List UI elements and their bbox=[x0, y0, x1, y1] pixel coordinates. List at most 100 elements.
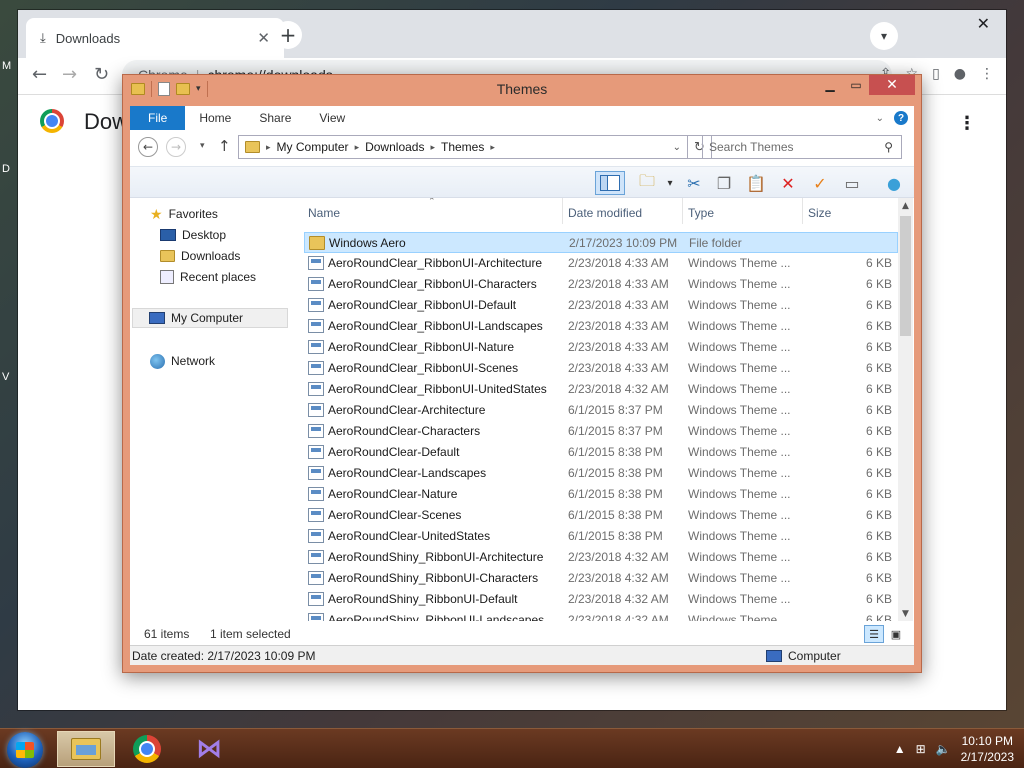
page-menu-icon[interactable]: ⋮ bbox=[958, 113, 976, 134]
file-row[interactable]: AeroRoundClear-Nature 6/1/2015 8:38 PM Win… bbox=[304, 484, 898, 505]
taskbar-chrome[interactable] bbox=[118, 731, 176, 767]
column-size[interactable]: Size bbox=[808, 206, 831, 220]
up-arrow-icon[interactable]: ↑ bbox=[218, 137, 231, 155]
delete-icon[interactable]: ✕ bbox=[776, 171, 800, 195]
nav-downloads[interactable]: Downloads bbox=[160, 246, 240, 266]
close-button[interactable]: ✕ bbox=[869, 75, 915, 95]
breadcrumb-separator[interactable]: ▸ bbox=[490, 142, 495, 153]
help-icon[interactable]: ? bbox=[894, 111, 908, 125]
file-row[interactable]: AeroRoundShiny_RibbonUI-Landscapes 2/23/2… bbox=[304, 610, 898, 621]
copy-icon[interactable]: ❐ bbox=[712, 171, 736, 195]
search-input[interactable]: Search Themes ⚲ bbox=[702, 135, 902, 159]
show-hidden-icons-icon[interactable]: ▲ bbox=[894, 742, 906, 756]
details-view-button[interactable]: ☰ bbox=[864, 625, 884, 643]
paste-icon[interactable]: 📋 bbox=[744, 171, 768, 195]
chrome-tab-downloads[interactable]: ⤓ Downloads ✕ bbox=[26, 18, 284, 58]
file-row[interactable]: AeroRoundClear_RibbonUI-UnitedStates 2/23… bbox=[304, 379, 898, 400]
folder-row[interactable]: Windows Aero 2/17/2023 10:09 PM File folde… bbox=[304, 232, 898, 253]
column-divider[interactable] bbox=[682, 198, 683, 224]
preview-pane-button[interactable] bbox=[595, 171, 625, 195]
breadcrumb-separator[interactable]: ▸ bbox=[355, 142, 360, 153]
column-divider[interactable] bbox=[562, 198, 563, 224]
file-row[interactable]: AeroRoundClear-Architecture 6/1/2015 8:37… bbox=[304, 400, 898, 421]
column-date-modified[interactable]: Date modified bbox=[568, 206, 642, 220]
file-row[interactable]: AeroRoundShiny_RibbonUI-Architecture 2/23… bbox=[304, 547, 898, 568]
checkmark-icon[interactable]: ✓ bbox=[808, 171, 832, 195]
tab-file[interactable]: File bbox=[130, 106, 186, 130]
forward-arrow-icon[interactable]: → bbox=[166, 137, 186, 157]
clock[interactable]: 10:10 PM 2/17/2023 bbox=[961, 733, 1014, 765]
nav-recent-places[interactable]: Recent places bbox=[160, 267, 256, 287]
back-arrow-icon[interactable]: ← bbox=[32, 64, 47, 85]
file-name: AeroRoundShiny_RibbonUI-Landscapes bbox=[328, 613, 545, 621]
file-row[interactable]: AeroRoundClear-Scenes 6/1/2015 8:38 PM Win… bbox=[304, 505, 898, 526]
breadcrumb-my-computer[interactable]: My Computer bbox=[277, 140, 349, 154]
globe-icon[interactable]: ● bbox=[882, 171, 906, 195]
file-date-modified: 2/23/2018 4:33 AM bbox=[568, 298, 669, 312]
cut-icon[interactable]: ✂ bbox=[682, 171, 706, 195]
file-row[interactable]: AeroRoundClear_RibbonUI-Nature 2/23/2018 … bbox=[304, 337, 898, 358]
tab-share[interactable]: Share bbox=[245, 106, 305, 130]
folder-options-icon[interactable]: 🗀 bbox=[635, 171, 659, 195]
network-status-icon[interactable]: ⊞ bbox=[916, 742, 926, 756]
file-row[interactable]: AeroRoundClear-Default 6/1/2015 8:38 PM Wi… bbox=[304, 442, 898, 463]
nav-favorites[interactable]: ★ Favorites bbox=[150, 204, 218, 224]
window-close-button[interactable]: ✕ bbox=[977, 14, 990, 33]
tab-home[interactable]: Home bbox=[185, 106, 245, 130]
nav-my-computer[interactable]: My Computer bbox=[132, 308, 288, 328]
file-row[interactable]: AeroRoundClear-Characters 6/1/2015 8:37 P… bbox=[304, 421, 898, 442]
vertical-scrollbar[interactable]: ▲ ▼ bbox=[898, 198, 913, 621]
reload-icon[interactable]: ↻ bbox=[94, 64, 109, 85]
tab-view[interactable]: View bbox=[305, 106, 359, 130]
breadcrumb-themes[interactable]: Themes bbox=[441, 140, 484, 154]
chevron-down-icon[interactable]: ⌄ bbox=[673, 142, 687, 153]
file-date-modified: 6/1/2015 8:38 PM bbox=[568, 529, 663, 543]
file-row[interactable]: AeroRoundClear_RibbonUI-Landscapes 2/23/2… bbox=[304, 316, 898, 337]
file-row[interactable]: AeroRoundShiny_RibbonUI-Characters 2/23/2… bbox=[304, 568, 898, 589]
file-date-modified: 2/17/2023 10:09 PM bbox=[569, 236, 678, 250]
recent-locations-icon[interactable]: ▾ bbox=[200, 141, 205, 151]
file-date-modified: 2/23/2018 4:33 AM bbox=[568, 256, 669, 270]
scroll-up-icon[interactable]: ▲ bbox=[898, 198, 913, 213]
file-name: AeroRoundClear-Nature bbox=[328, 487, 458, 501]
rename-icon[interactable]: ▭ bbox=[840, 171, 864, 195]
file-row[interactable]: AeroRoundShiny_RibbonUI-Default 2/23/2018… bbox=[304, 589, 898, 610]
title-bar[interactable]: ▾ Themes ▁ ▭ ✕ bbox=[123, 75, 921, 105]
side-panel-icon[interactable]: ▯ bbox=[932, 66, 940, 82]
kebab-menu-icon[interactable]: ⋮ bbox=[980, 66, 994, 82]
file-row[interactable]: AeroRoundClear_RibbonUI-Characters 2/23/2… bbox=[304, 274, 898, 295]
breadcrumb-downloads[interactable]: Downloads bbox=[365, 140, 424, 154]
chevron-down-icon[interactable]: ▾ bbox=[658, 171, 682, 195]
maximize-button[interactable]: ▭ bbox=[843, 75, 869, 95]
large-icons-view-button[interactable]: ▣ bbox=[886, 625, 906, 643]
column-type[interactable]: Type bbox=[688, 206, 714, 220]
taskbar-explorer[interactable] bbox=[57, 731, 115, 767]
volume-icon[interactable]: 🔈 bbox=[936, 742, 951, 756]
new-tab-button[interactable]: + bbox=[274, 21, 302, 49]
file-row[interactable]: AeroRoundClear_RibbonUI-Architecture 2/23… bbox=[304, 253, 898, 274]
file-row[interactable]: AeroRoundClear-UnitedStates 6/1/2015 8:38… bbox=[304, 526, 898, 547]
start-button[interactable] bbox=[7, 732, 43, 768]
chevron-down-icon[interactable]: ▾ bbox=[870, 22, 898, 50]
taskbar-visual-studio[interactable]: ⋈ bbox=[180, 731, 238, 767]
profile-icon[interactable]: ● bbox=[954, 66, 966, 82]
forward-arrow-icon[interactable]: → bbox=[62, 64, 77, 85]
back-arrow-icon[interactable]: ← bbox=[138, 137, 158, 157]
nav-network[interactable]: Network bbox=[150, 351, 215, 371]
nav-desktop[interactable]: Desktop bbox=[160, 225, 226, 245]
column-name[interactable]: Name bbox=[308, 206, 340, 220]
file-row[interactable]: AeroRoundClear_RibbonUI-Scenes 2/23/2018 … bbox=[304, 358, 898, 379]
tab-close-icon[interactable]: ✕ bbox=[257, 29, 270, 47]
file-row[interactable]: AeroRoundClear-Landscapes 6/1/2015 8:38 P… bbox=[304, 463, 898, 484]
breadcrumb-separator[interactable]: ▸ bbox=[430, 142, 435, 153]
expand-ribbon-icon[interactable]: ⌄ bbox=[876, 113, 884, 124]
column-divider[interactable] bbox=[802, 198, 803, 224]
file-row[interactable]: AeroRoundClear_RibbonUI-Default 2/23/2018… bbox=[304, 295, 898, 316]
clock-time: 10:10 PM bbox=[961, 734, 1013, 748]
scroll-down-icon[interactable]: ▼ bbox=[898, 606, 913, 621]
breadcrumb-separator[interactable]: ▸ bbox=[266, 142, 271, 153]
ribbon-tabs: File Home Share View ⌄ ? bbox=[130, 106, 914, 130]
address-bar[interactable]: ▸ My Computer ▸ Downloads ▸ Themes ▸ ⌄ bbox=[238, 135, 688, 159]
minimize-button[interactable]: ▁ bbox=[817, 75, 843, 95]
scrollbar-thumb[interactable] bbox=[900, 216, 911, 336]
